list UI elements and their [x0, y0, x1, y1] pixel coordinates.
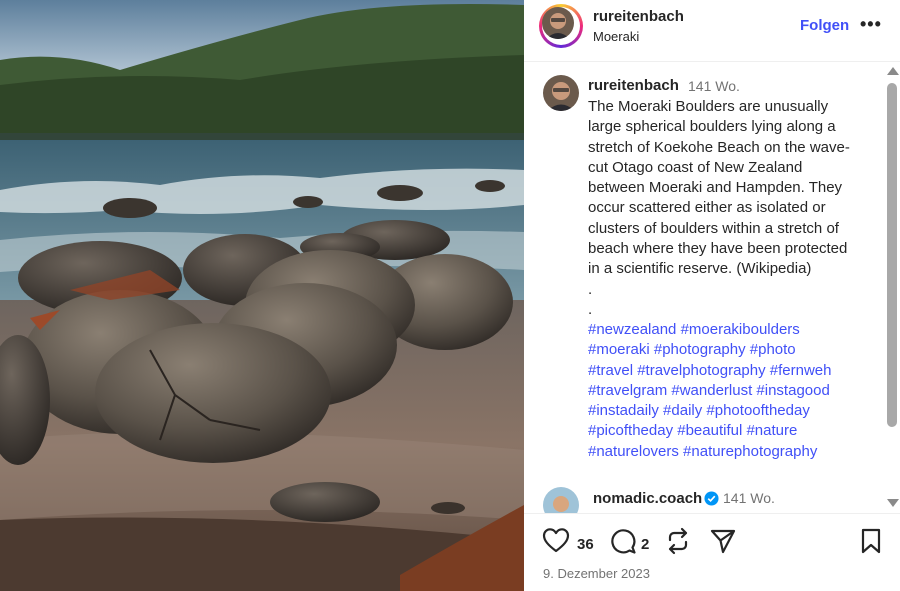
heart-icon[interactable]	[542, 527, 570, 553]
more-options-icon[interactable]: •••	[860, 14, 882, 35]
caption-line: beach where they have been protected	[588, 240, 848, 258]
hashtag-line[interactable]: #naturelovers #naturephotography	[588, 442, 878, 462]
post-date[interactable]: 9. Dezember 2023	[543, 566, 650, 581]
hashtag-line[interactable]: #instadaily #daily #photooftheday	[588, 401, 878, 421]
hashtag-line[interactable]: #travel #travelphotography #fernweh	[588, 361, 878, 381]
author-avatar[interactable]	[539, 4, 583, 48]
comments-section: rureitenbach 141 Wo. The Moeraki Boulder…	[524, 63, 884, 513]
comment-count[interactable]: 2	[641, 536, 649, 553]
like-count[interactable]: 36	[577, 536, 594, 553]
hashtag-line[interactable]: #travelgram #wanderlust #instagood	[588, 381, 878, 401]
scroll-thumb[interactable]	[887, 83, 897, 427]
caption-line: occur scattered either as isolated or	[588, 199, 826, 217]
scroll-up-arrow-icon[interactable]	[887, 67, 899, 75]
caption-line: .	[588, 300, 593, 318]
repost-icon[interactable]	[665, 527, 691, 555]
bookmark-icon[interactable]	[860, 527, 882, 555]
caption-line: large spherical boulders lying along a	[588, 118, 836, 136]
comment-timestamp[interactable]: 141 Wo.	[723, 490, 775, 506]
caption-line: clusters of boulders within a stretch of	[588, 219, 839, 237]
post-location[interactable]: Moeraki	[593, 29, 639, 44]
caption-timestamp[interactable]: 141 Wo.	[688, 78, 740, 94]
scroll-down-arrow-icon[interactable]	[887, 499, 899, 507]
post-header: rureitenbach Moeraki Folgen •••	[524, 0, 900, 62]
moeraki-boulders-image	[0, 0, 524, 591]
hashtag-line[interactable]: #newzealand #moerakiboulders	[588, 320, 878, 340]
hashtags: #newzealand #moerakiboulders #moeraki #p…	[588, 320, 878, 462]
caption-line: .	[588, 280, 593, 298]
send-icon[interactable]	[709, 527, 737, 555]
hashtag-line[interactable]: #picoftheday #beautiful #nature	[588, 421, 878, 441]
post-photo	[0, 0, 524, 591]
author-username[interactable]: rureitenbach	[593, 8, 684, 25]
post-panel: rureitenbach Moeraki Folgen ••• rureiten…	[524, 0, 900, 591]
hashtag-line[interactable]: #moeraki #photography #photo	[588, 340, 878, 360]
commenter-username[interactable]: nomadic.coach	[593, 490, 702, 507]
follow-button[interactable]: Folgen	[800, 17, 849, 34]
caption-author-avatar[interactable]	[543, 75, 579, 111]
caption-line: cut Otago coast of New Zealand	[588, 158, 803, 176]
comment-bubble-icon[interactable]	[609, 527, 637, 555]
caption-username[interactable]: rureitenbach	[588, 77, 679, 94]
action-bar: 36 2 9. Dezember 2023	[524, 513, 900, 591]
caption-line: The Moeraki Boulders are unusually	[588, 98, 829, 115]
commenter-avatar[interactable]	[543, 487, 579, 513]
caption-line: stretch of Koekohe Beach on the wave-	[588, 138, 850, 156]
caption-line: in a scientific reserve. (Wikipedia)	[588, 260, 812, 278]
verified-badge-icon	[704, 491, 719, 506]
comments-scrollbar[interactable]	[884, 63, 900, 513]
avatar-photo	[542, 7, 574, 39]
caption-line: between Moeraki and Hampden. They	[588, 179, 843, 197]
caption-text: The Moeraki Boulders are unusually large…	[588, 97, 868, 320]
